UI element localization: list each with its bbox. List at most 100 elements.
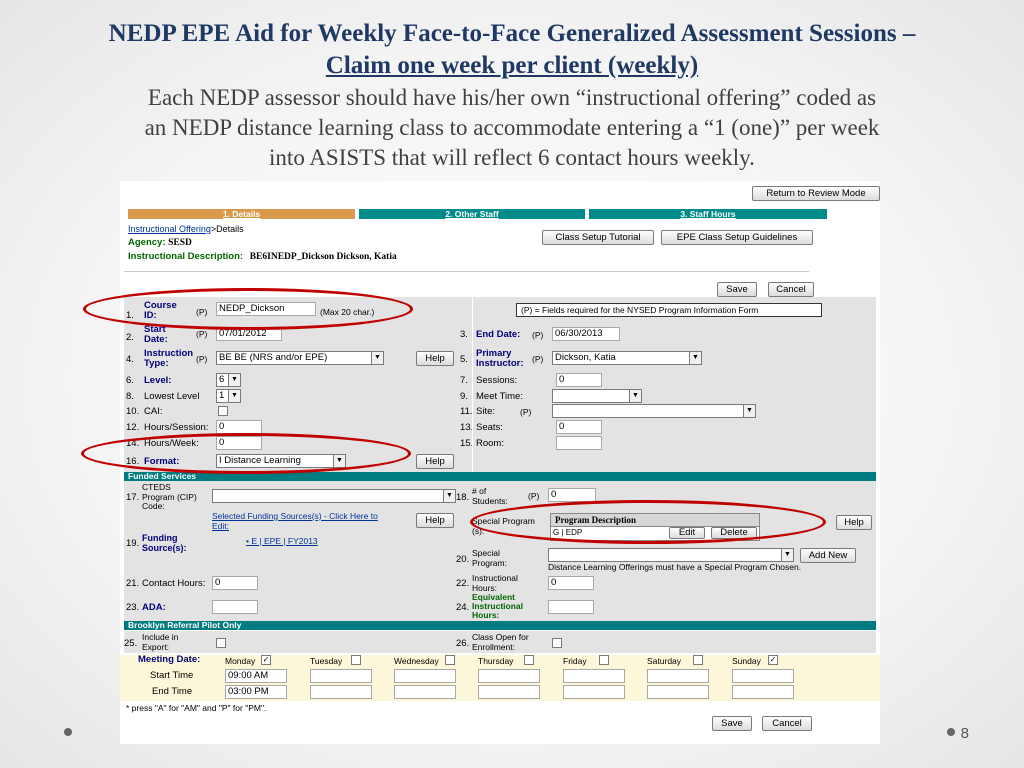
nav-dot-right (947, 728, 955, 736)
primary-instructor-label: Primary Instructor: (476, 348, 524, 369)
day-label-friday: Friday (563, 656, 587, 666)
equivalent-hours-label: Equivalent Instructional Hours: (472, 592, 524, 620)
class-open-label: Class Open for Enrollment: (472, 632, 529, 652)
end-time-input-saturday[interactable] (647, 685, 709, 699)
epe-guidelines-button[interactable]: EPE Class Setup Guidelines (661, 230, 813, 245)
lowest-level-label: Lowest Level (144, 391, 200, 402)
end-time-input-monday[interactable]: 03:00 PM (225, 685, 287, 699)
meeting-schedule: Meeting Date: Monday ✓ Tuesday Wednesday Thu… (120, 655, 880, 701)
nav-dot-left (64, 728, 72, 736)
start-time-input-thursday[interactable] (478, 669, 540, 683)
primary-instructor-select[interactable]: Dickson, Katia ▼ (552, 351, 702, 365)
start-time-input-saturday[interactable] (647, 669, 709, 683)
end-time-input-wednesday[interactable] (394, 685, 456, 699)
end-time-input-thursday[interactable] (478, 685, 540, 699)
room-label: Room: (476, 438, 504, 449)
step-tab-other-staff[interactable]: 2. Other Staff (359, 209, 585, 219)
format-help-button[interactable]: Help (416, 454, 454, 469)
start-time-input-friday[interactable] (563, 669, 625, 683)
cai-label: CAI: (144, 406, 163, 417)
save-button-top[interactable]: Save (717, 282, 757, 297)
day-checkbox-wednesday[interactable] (445, 655, 455, 665)
day-label-monday: Monday (225, 656, 256, 666)
chevron-down-icon: ▼ (228, 374, 240, 386)
chevron-down-icon: ▼ (689, 352, 701, 364)
highlight-oval-special-program (470, 500, 826, 544)
highlight-oval-course-id (83, 288, 413, 330)
site-label: Site: (476, 406, 496, 417)
special-program-select[interactable]: ▼ (548, 548, 794, 562)
instructional-hours-input[interactable]: 0 (548, 576, 594, 590)
save-button-bottom[interactable]: Save (712, 716, 752, 731)
end-date-input[interactable]: 06/30/2013 (552, 327, 620, 341)
room-input[interactable] (556, 436, 602, 450)
funding-help-button[interactable]: Help (416, 513, 454, 528)
step-tab-staff-hours[interactable]: 3. Staff Hours (589, 209, 827, 219)
chevron-down-icon: ▼ (743, 405, 755, 417)
num-students-input[interactable]: 0 (548, 488, 596, 502)
include-export-checkbox[interactable] (216, 638, 226, 648)
start-time-input-tuesday[interactable] (310, 669, 372, 683)
contact-hours-input[interactable]: 0 (212, 576, 258, 590)
meet-time-select[interactable]: ▼ (552, 389, 642, 403)
divider (124, 271, 809, 272)
day-checkbox-saturday[interactable] (693, 655, 703, 665)
slide-subtitle: Claim one week per client (weekly) (325, 52, 699, 79)
slide-body: Each NEDP assessor should have his/her o… (0, 83, 1024, 173)
start-time-input-wednesday[interactable] (394, 669, 456, 683)
seats-input[interactable]: 0 (556, 420, 602, 434)
slide-body-line: Each NEDP assessor should have his/her o… (147, 85, 877, 110)
cancel-button-bottom[interactable]: Cancel (762, 716, 812, 731)
hours-session-label: Hours/Session: (144, 422, 209, 433)
equivalent-hours-input[interactable] (548, 600, 594, 614)
lowest-level-select[interactable]: 1 ▼ (216, 389, 241, 403)
instructional-description-value: BE6INEDP_Dickson Dickson, Katia (249, 252, 397, 262)
add-new-button[interactable]: Add New (800, 548, 856, 563)
slide-body-line: into ASISTS that will reflect 6 contact … (269, 145, 755, 170)
day-checkbox-monday[interactable]: ✓ (261, 655, 271, 665)
chevron-down-icon: ▼ (781, 549, 793, 561)
class-setup-tutorial-button[interactable]: Class Setup Tutorial (542, 230, 654, 245)
end-date-label: End Date: (476, 329, 521, 340)
day-label-thursday: Thursday (478, 656, 514, 666)
slide-body-line: an NEDP distance learning class to accom… (144, 115, 880, 140)
site-select[interactable]: ▼ (552, 404, 756, 418)
cteds-select[interactable]: ▼ (212, 489, 456, 503)
agency-row: Agency: SESD (128, 237, 192, 248)
column-divider (472, 297, 473, 472)
sessions-label: Sessions: (476, 375, 518, 386)
cancel-button-top[interactable]: Cancel (768, 282, 814, 297)
day-checkbox-sunday[interactable]: ✓ (768, 655, 778, 665)
funding-source-item[interactable]: • E | EPE | FY2013 (246, 536, 318, 546)
agency-value: SESD (168, 238, 192, 248)
step-tab-details[interactable]: 1. Details (128, 209, 355, 219)
day-checkbox-thursday[interactable] (524, 655, 534, 665)
am-pm-note: * press "A" for "AM" and "P" for "PM". (126, 703, 267, 713)
hours-session-input[interactable]: 0 (216, 420, 262, 434)
end-time-input-friday[interactable] (563, 685, 625, 699)
breadcrumb: Instructional Offering>Details (128, 224, 244, 234)
end-time-input-sunday[interactable] (732, 685, 794, 699)
day-checkbox-tuesday[interactable] (351, 655, 361, 665)
day-label-tuesday: Tuesday (310, 656, 343, 666)
sessions-input[interactable]: 0 (556, 373, 602, 387)
end-time-input-tuesday[interactable] (310, 685, 372, 699)
ada-input[interactable] (212, 600, 258, 614)
breadcrumb-link[interactable]: Instructional Offering (128, 224, 211, 234)
selected-funding-link[interactable]: Selected Funding Sources(s) - Click Here… (212, 511, 378, 531)
return-to-review-button[interactable]: Return to Review Mode (752, 186, 880, 201)
instruction-type-select[interactable]: BE BE (NRS and/or EPE) ▼ (216, 351, 384, 365)
funding-sources-label: Funding Source(s): (142, 533, 187, 553)
start-time-input-sunday[interactable] (732, 669, 794, 683)
special-program-2-label: Special Program: (472, 548, 507, 568)
special-program-help-button[interactable]: Help (836, 515, 872, 530)
num-students-label: # of Students: (472, 486, 508, 506)
cai-checkbox[interactable] (218, 406, 228, 416)
level-select[interactable]: 6 ▼ (216, 373, 241, 387)
day-checkbox-friday[interactable] (599, 655, 609, 665)
instructional-description-row: Instructional Description: BE6INEDP_Dick… (128, 251, 397, 262)
class-open-checkbox[interactable] (552, 638, 562, 648)
instruction-type-help-button[interactable]: Help (416, 351, 454, 366)
chevron-down-icon: ▼ (443, 490, 455, 502)
start-time-input-monday[interactable]: 09:00 AM (225, 669, 287, 683)
